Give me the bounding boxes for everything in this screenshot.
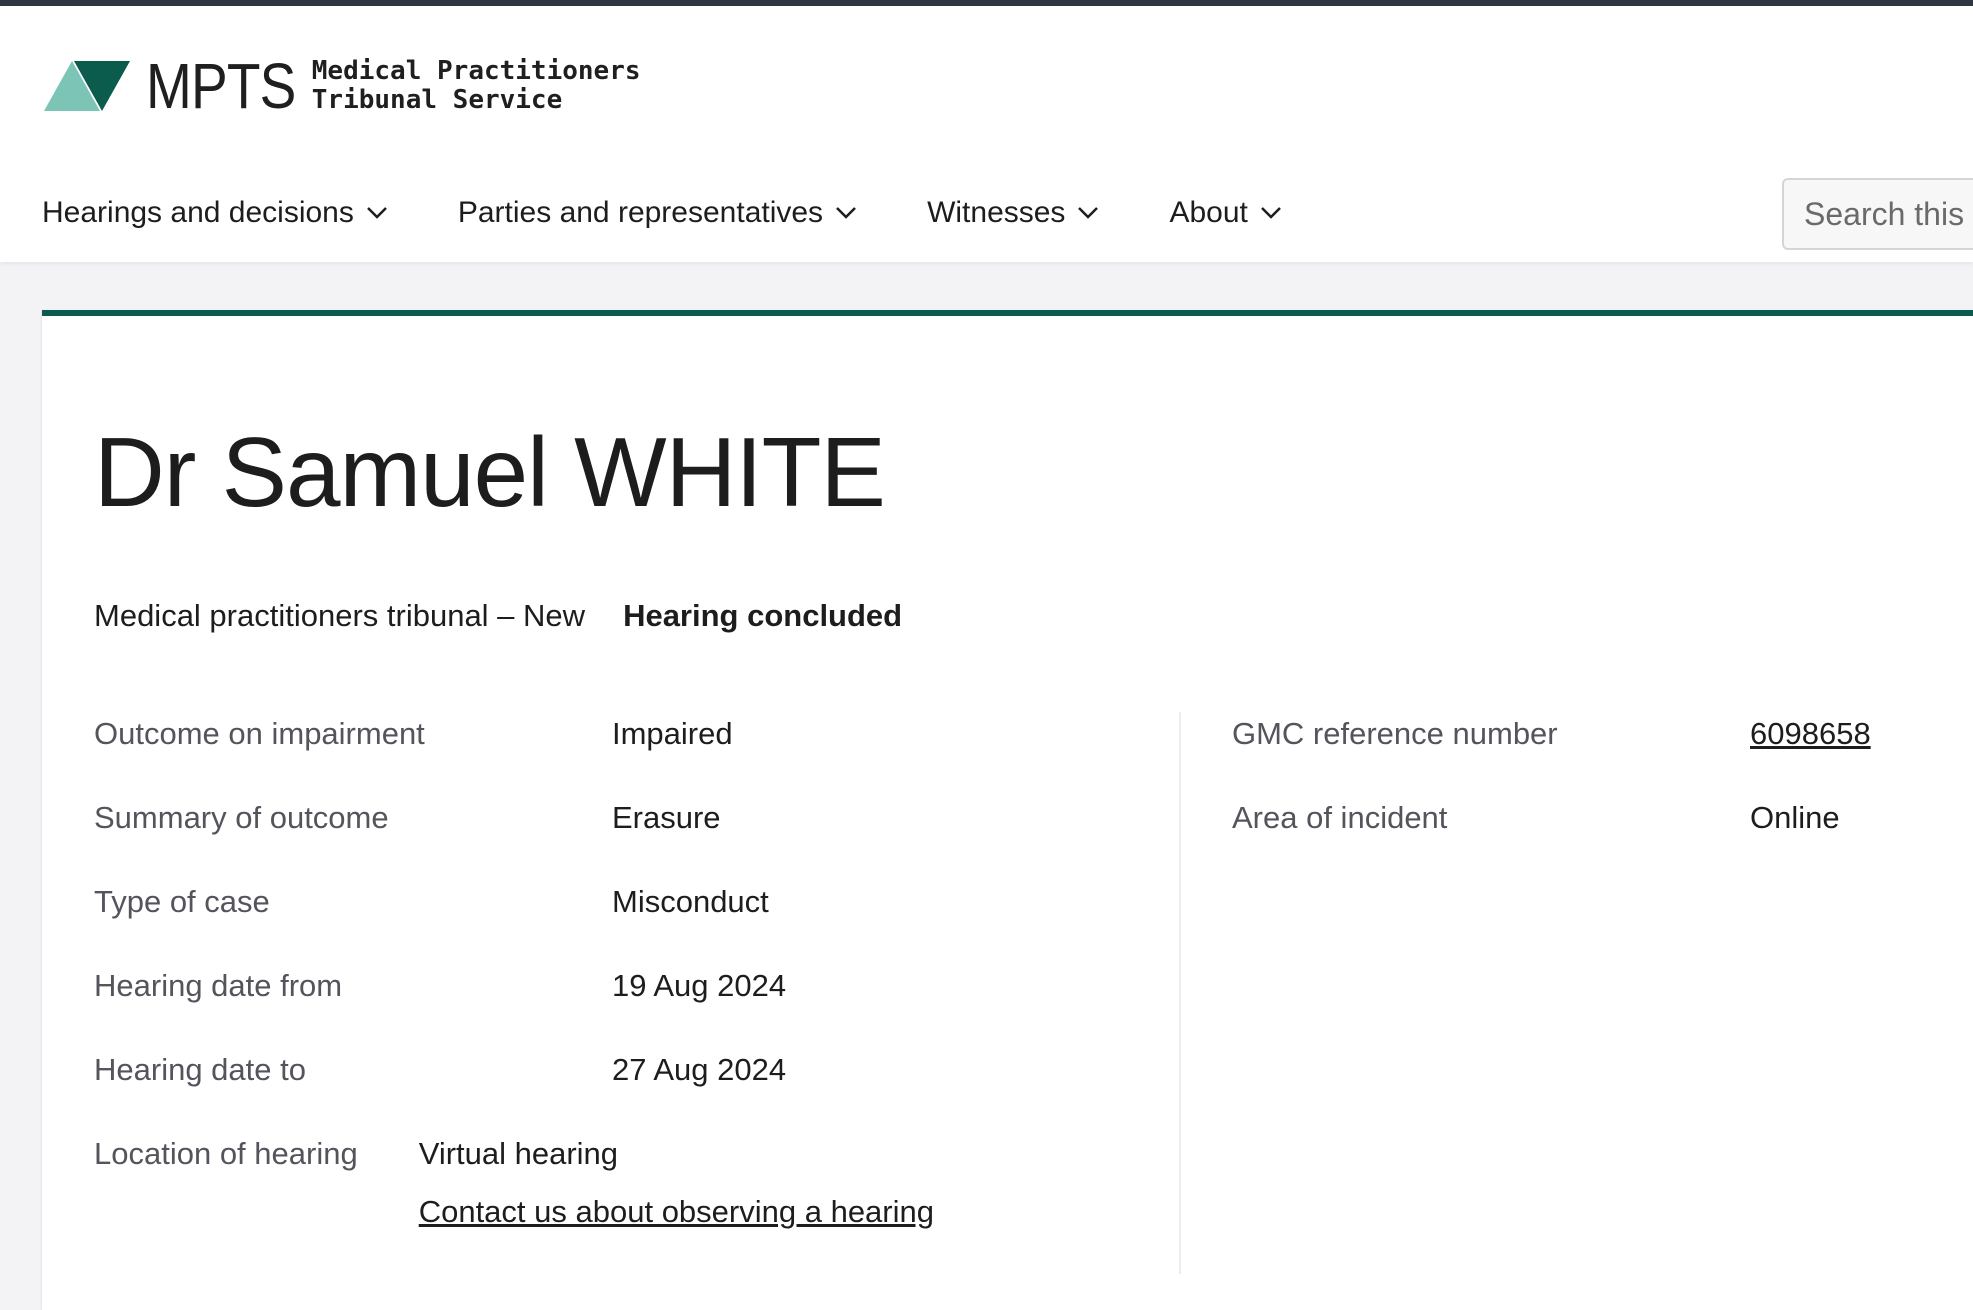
nav-item-label: Hearings and decisions xyxy=(42,196,354,229)
detail-label: Location of hearing xyxy=(94,1136,358,1171)
main-navigation: Hearings and decisions Parties and repre… xyxy=(42,178,1352,248)
search-input[interactable]: Search this s xyxy=(1782,178,1973,250)
logo-subtitle-line2: Tribunal Service xyxy=(311,85,563,115)
detail-value: Impaired xyxy=(612,716,733,751)
case-details-right: GMC reference number 6098658 Area of inc… xyxy=(1232,716,1973,884)
detail-row-area-of-incident: Area of incident Online xyxy=(1232,800,1973,884)
nav-about[interactable]: About xyxy=(1169,196,1281,230)
tribunal-type: Medical practitioners tribunal – New xyxy=(94,598,586,633)
detail-row-location-of-hearing: Location of hearing Virtual hearing Cont… xyxy=(94,1136,934,1229)
detail-label: Hearing date to xyxy=(94,1052,306,1087)
detail-value: 19 Aug 2024 xyxy=(612,968,787,1003)
site-header: MPTS Medical Practitioners Tribunal Serv… xyxy=(0,6,1973,262)
chevron-down-icon xyxy=(366,207,387,219)
case-card: Dr Samuel WHITE Medical practitioners tr… xyxy=(42,310,1973,1310)
detail-row-hearing-date-from: Hearing date from 19 Aug 2024 xyxy=(94,968,934,1052)
logo-subtitle-line1: Medical Practitioners xyxy=(311,56,641,86)
case-summary-line: Medical practitioners tribunal – New Hea… xyxy=(94,598,902,634)
column-divider xyxy=(1179,712,1181,1274)
detail-row-summary-of-outcome: Summary of outcome Erasure xyxy=(94,800,934,884)
case-details-left: Outcome on impairment Impaired Summary o… xyxy=(94,716,934,1229)
detail-row-type-of-case: Type of case Misconduct xyxy=(94,884,934,968)
chevron-down-icon xyxy=(836,207,856,219)
nav-parties-and-representatives[interactable]: Parties and representatives xyxy=(458,196,857,230)
gmc-reference-link[interactable]: 6098658 xyxy=(1750,716,1871,752)
nav-hearings-and-decisions[interactable]: Hearings and decisions xyxy=(42,196,388,230)
status-badge: Hearing concluded xyxy=(623,598,903,633)
logo-acronym: MPTS xyxy=(146,50,296,122)
chevron-down-icon xyxy=(1078,207,1099,219)
search-placeholder: Search this s xyxy=(1804,196,1973,232)
detail-value: 27 Aug 2024 xyxy=(612,1052,787,1087)
nav-witnesses[interactable]: Witnesses xyxy=(927,196,1099,230)
detail-row-hearing-date-to: Hearing date to 27 Aug 2024 xyxy=(94,1052,934,1136)
nav-item-label: About xyxy=(1169,196,1248,229)
page-title: Dr Samuel WHITE xyxy=(94,417,886,527)
detail-row-gmc-reference-number: GMC reference number 6098658 xyxy=(1232,716,1973,800)
detail-label: Type of case xyxy=(94,884,270,919)
logo-triangles-icon xyxy=(44,61,130,111)
logo-subtitle: Medical Practitioners Tribunal Service xyxy=(312,57,641,115)
detail-label: GMC reference number xyxy=(1232,716,1558,751)
detail-label: Area of incident xyxy=(1232,800,1448,835)
nav-item-label: Witnesses xyxy=(927,196,1066,229)
detail-value-container: Virtual hearing Contact us about observi… xyxy=(419,1136,934,1230)
detail-value: Online xyxy=(1750,800,1840,835)
nav-item-label: Parties and representatives xyxy=(457,196,824,229)
chevron-down-icon xyxy=(1260,207,1281,219)
detail-row-outcome-on-impairment: Outcome on impairment Impaired xyxy=(94,716,934,800)
detail-label: Hearing date from xyxy=(94,968,343,1003)
detail-value: Virtual hearing xyxy=(418,1136,619,1171)
contact-observing-hearing-link[interactable]: Contact us about observing a hearing xyxy=(419,1194,934,1230)
detail-value: Erasure xyxy=(612,800,721,835)
detail-value: Misconduct xyxy=(612,884,769,919)
mpts-logo[interactable]: MPTS Medical Practitioners Tribunal Serv… xyxy=(44,50,641,122)
detail-label: Summary of outcome xyxy=(94,800,389,835)
detail-label: Outcome on impairment xyxy=(94,716,425,751)
